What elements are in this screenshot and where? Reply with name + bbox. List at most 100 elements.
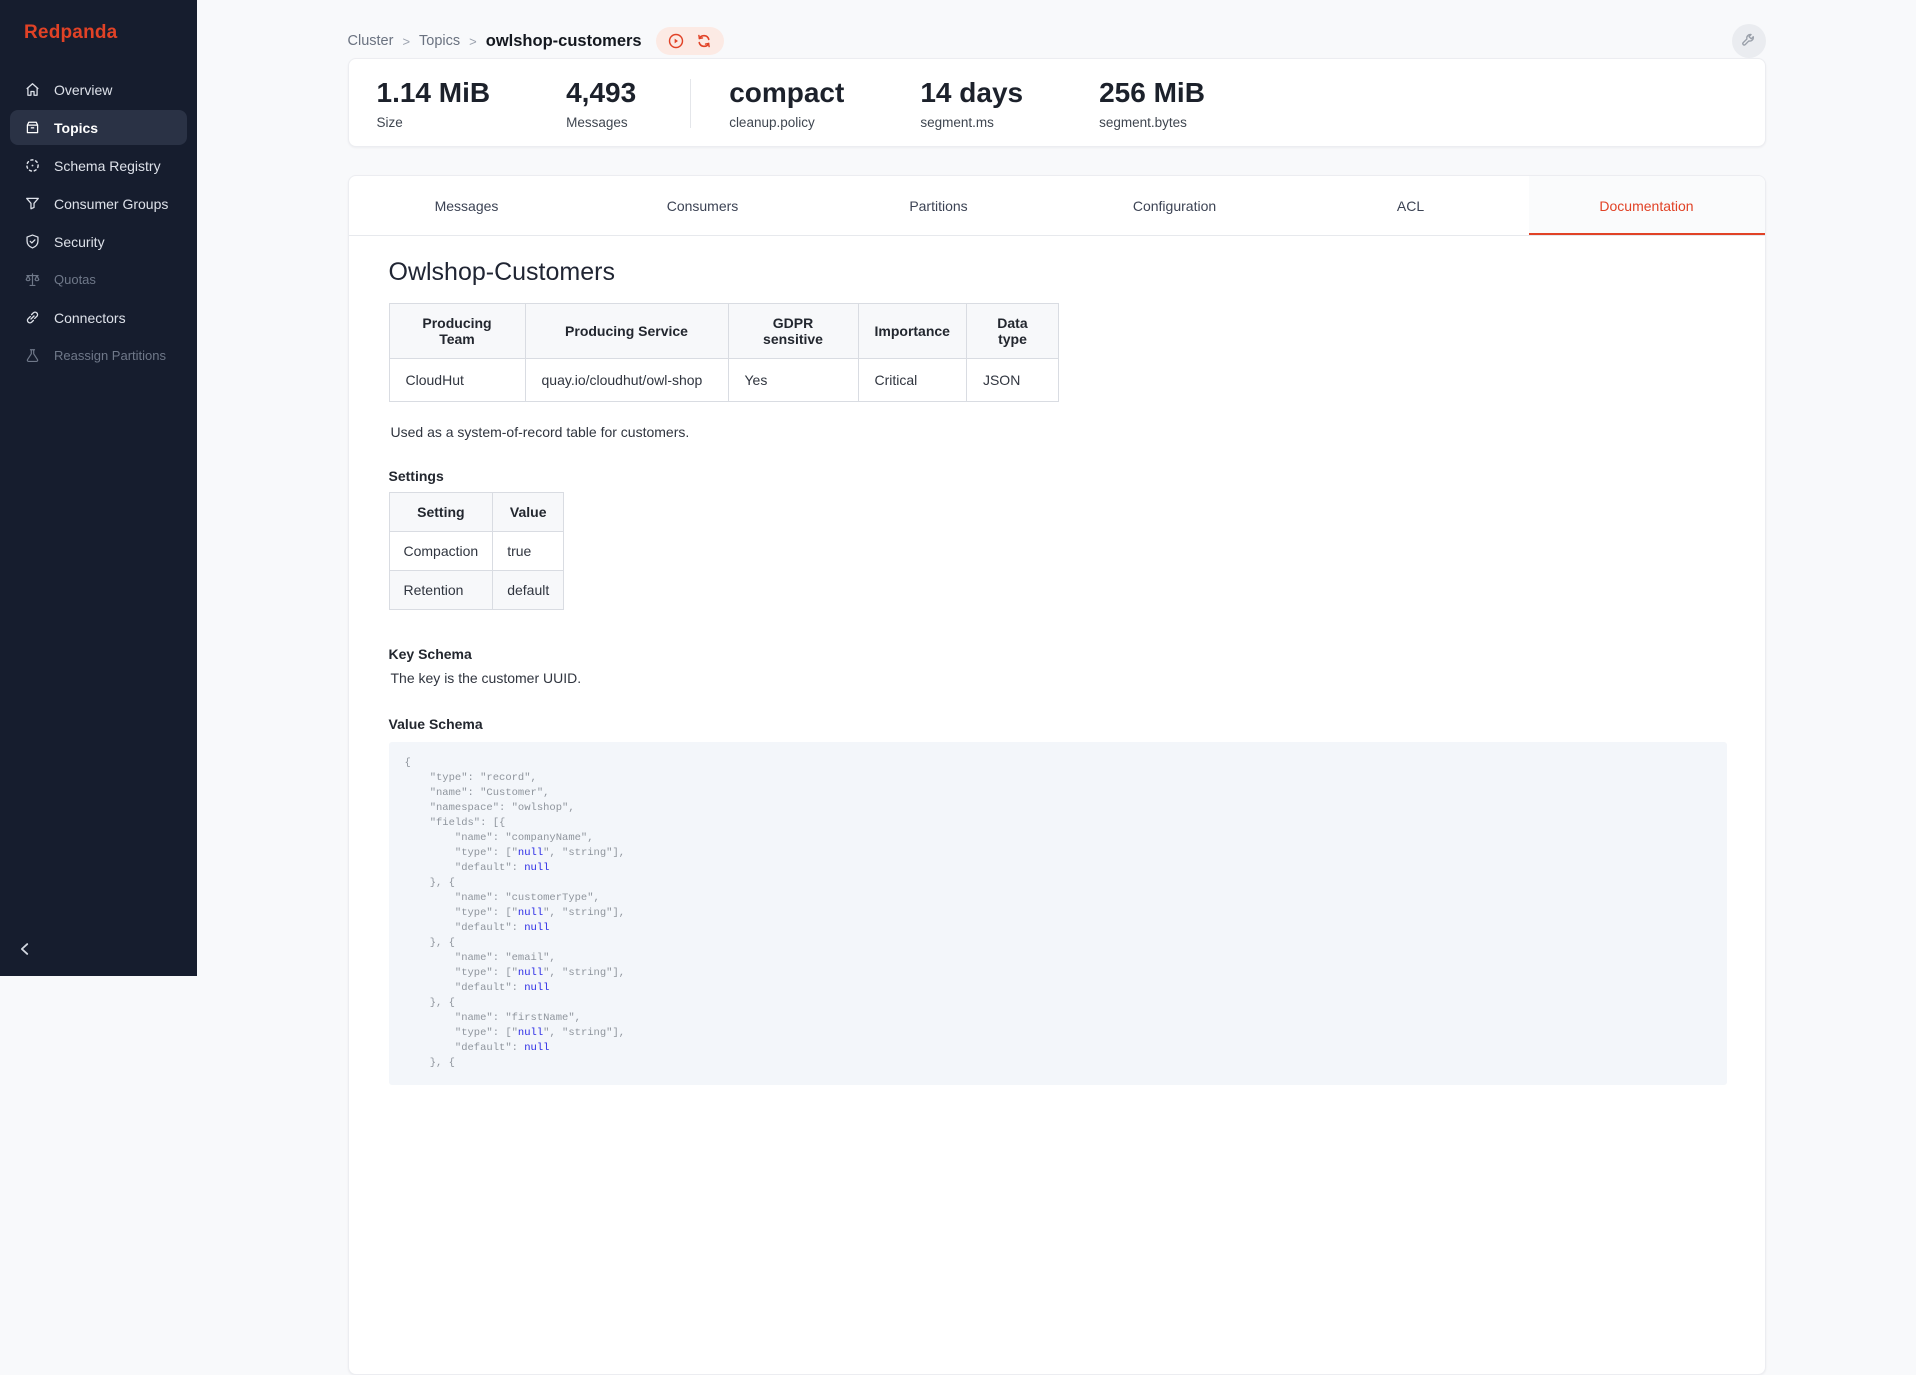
table-row: Retentiondefault — [389, 571, 564, 610]
stat-label: Messages — [566, 115, 636, 130]
documentation-panel: Owlshop-Customers Producing TeamProducin… — [349, 236, 1765, 1136]
refresh-icon[interactable] — [695, 32, 713, 50]
sidebar-item-reassign-partitions: Reassign Partitions — [10, 338, 187, 373]
stat-cleanup-policy: compact cleanup.policy — [729, 77, 844, 130]
play-circle-icon[interactable] — [667, 32, 685, 50]
stat-label: segment.bytes — [1099, 115, 1205, 130]
key-schema-text: The key is the customer UUID. — [391, 670, 1725, 686]
settings-heading: Settings — [389, 468, 1725, 484]
table-cell: Critical — [858, 359, 966, 402]
table-cell: Compaction — [389, 532, 493, 571]
sidebar-item-label: Schema Registry — [54, 158, 161, 174]
sidebar-item-overview[interactable]: Overview — [10, 72, 187, 107]
breadcrumb-current-topic: owlshop-customers — [486, 32, 642, 51]
column-header-data-type: Data type — [966, 304, 1058, 359]
topbar: Cluster > Topics > owlshop-customers — [348, 0, 1766, 58]
value-schema-heading: Value Schema — [389, 716, 1725, 732]
doc-title: Owlshop-Customers — [389, 258, 1725, 287]
column-header-setting: Setting — [389, 493, 493, 532]
topic-detail-card: MessagesConsumersPartitionsConfiguration… — [348, 175, 1766, 1375]
table-cell: Retention — [389, 571, 493, 610]
sidebar: Redpanda Overview Topics Schema Registry Co… — [0, 0, 197, 976]
settings-table-body: CompactiontrueRetentiondefault — [389, 532, 564, 610]
tab-messages[interactable]: Messages — [349, 176, 585, 235]
sidebar-item-topics[interactable]: Topics — [10, 110, 187, 145]
sidebar-item-label: Topics — [54, 120, 98, 136]
column-header-producing-service: Producing Service — [525, 304, 728, 359]
sidebar-item-connectors[interactable]: Connectors — [10, 300, 187, 335]
doc-description: Used as a system-of-record table for cus… — [391, 424, 1725, 440]
sidebar-item-security[interactable]: Security — [10, 224, 187, 259]
table-cell: CloudHut — [389, 359, 525, 402]
info-table-body: CloudHutquay.io/cloudhut/owl-shopYesCrit… — [389, 359, 1058, 402]
table-row: Compactiontrue — [389, 532, 564, 571]
info-table-header-row: Producing TeamProducing ServiceGDPR sens… — [389, 304, 1058, 359]
breadcrumb-item-cluster[interactable]: Cluster — [348, 33, 394, 49]
topic-info-table: Producing TeamProducing ServiceGDPR sens… — [389, 303, 1059, 402]
sidebar-item-label: Connectors — [54, 310, 126, 326]
topic-actions — [656, 27, 724, 55]
sidebar-item-label: Consumer Groups — [54, 196, 168, 212]
breadcrumb-item-topics[interactable]: Topics — [419, 33, 460, 49]
column-header-producing-team: Producing Team — [389, 304, 525, 359]
tab-configuration[interactable]: Configuration — [1057, 176, 1293, 235]
table-cell: Yes — [728, 359, 858, 402]
tab-partitions[interactable]: Partitions — [821, 176, 1057, 235]
table-cell: true — [493, 532, 564, 571]
main-area: Cluster > Topics > owlshop-customers 1.14 Mi… — [197, 0, 1916, 976]
stats-group-right: compact cleanup.policy 14 days segment.ms 25… — [729, 77, 1205, 130]
sidebar-item-label: Reassign Partitions — [54, 348, 166, 363]
column-header-value: Value — [493, 493, 564, 532]
stat-segment-bytes: 256 MiB segment.bytes — [1099, 77, 1205, 130]
stat-label: segment.ms — [920, 115, 1023, 130]
breadcrumb-separator: > — [469, 34, 477, 49]
key-schema-heading: Key Schema — [389, 646, 1725, 662]
sidebar-item-consumer-groups[interactable]: Consumer Groups — [10, 186, 187, 221]
wrench-icon — [1740, 31, 1757, 51]
security-icon — [24, 233, 41, 250]
stats-group-left: 1.14 MiBSize 4,493 Messages — [377, 77, 637, 130]
consumer-groups-icon — [24, 195, 41, 212]
tab-consumers[interactable]: Consumers — [585, 176, 821, 235]
stats-divider — [690, 79, 691, 128]
tab-bar: MessagesConsumersPartitionsConfiguration… — [349, 176, 1765, 236]
sidebar-item-quotas: Quotas — [10, 262, 187, 297]
stat-value: compact — [729, 77, 844, 109]
sidebar-nav: Overview Topics Schema Registry Consumer Gr… — [0, 72, 197, 373]
stat-messages: 4,493 Messages — [566, 77, 636, 130]
stat-value: 256 MiB — [1099, 77, 1205, 109]
value-schema-code: { "type": "record", "name": "Customer", … — [389, 742, 1727, 1085]
stat-segment-ms: 14 days segment.ms — [920, 77, 1023, 130]
table-cell: JSON — [966, 359, 1058, 402]
schema-registry-icon — [24, 157, 41, 174]
quotas-icon — [24, 271, 41, 288]
stat-value: 14 days — [920, 77, 1023, 109]
settings-wrench-button[interactable] — [1732, 24, 1766, 58]
breadcrumb: Cluster > Topics > owlshop-customers — [348, 32, 642, 51]
table-row: CloudHutquay.io/cloudhut/owl-shopYesCrit… — [389, 359, 1058, 402]
stat-label: cleanup.policy — [729, 115, 844, 130]
settings-table: SettingValue CompactiontrueRetentiondefa… — [389, 492, 565, 610]
sidebar-item-label: Security — [54, 234, 105, 250]
topics-icon — [24, 119, 41, 136]
column-header-importance: Importance — [858, 304, 966, 359]
stat-size: 1.14 MiBSize — [377, 77, 491, 130]
connectors-icon — [24, 309, 41, 326]
tab-acl[interactable]: ACL — [1293, 176, 1529, 235]
redpanda-logo: Redpanda — [0, 0, 197, 72]
table-cell: quay.io/cloudhut/owl-shop — [525, 359, 728, 402]
sidebar-item-label: Overview — [54, 82, 112, 98]
stat-value: 4,493 — [566, 77, 636, 109]
table-cell: default — [493, 571, 564, 610]
column-header-gdpr-sensitive: GDPR sensitive — [728, 304, 858, 359]
breadcrumb-separator: > — [402, 34, 410, 49]
settings-table-header-row: SettingValue — [389, 493, 564, 532]
sidebar-collapse-button[interactable] — [16, 940, 38, 962]
sidebar-item-schema-registry[interactable]: Schema Registry — [10, 148, 187, 183]
topic-stats-card: 1.14 MiBSize 4,493 Messages compact cleanup… — [348, 58, 1766, 147]
home-icon — [24, 81, 41, 98]
reassign-partitions-icon — [24, 347, 41, 364]
chevron-left-icon — [16, 940, 34, 962]
stat-value: 1.14 MiB — [377, 77, 491, 109]
tab-documentation[interactable]: Documentation — [1529, 176, 1765, 235]
